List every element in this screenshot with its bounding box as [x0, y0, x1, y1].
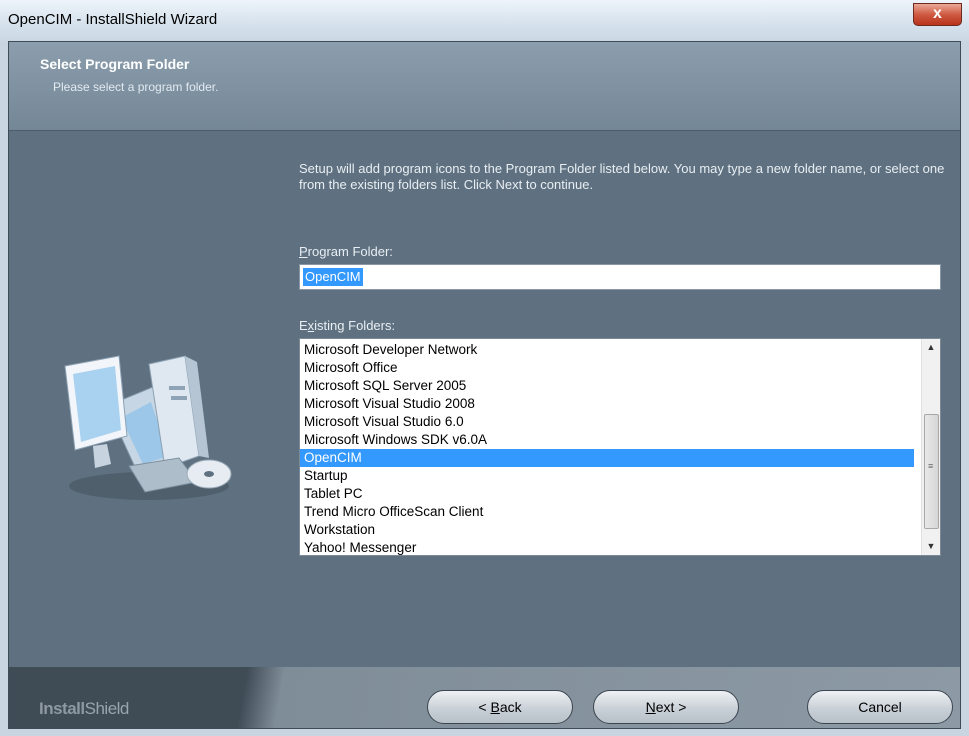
scroll-down-icon[interactable]: ▼ [922, 538, 940, 555]
installshield-logo: InstallShield [39, 699, 129, 719]
back-prefix: < [478, 699, 491, 715]
wizard-footer: InstallShield < Back Next > Cancel [9, 667, 960, 728]
program-folder-label: Program Folder: [299, 244, 393, 259]
label-text: rogram Folder: [307, 244, 393, 259]
list-item[interactable]: Microsoft Visual Studio 2008 [300, 395, 914, 413]
list-item[interactable]: Microsoft Developer Network [300, 341, 914, 359]
existing-folders-list[interactable]: Microsoft Developer Network Microsoft Off… [299, 338, 941, 556]
cancel-label: Cancel [858, 699, 902, 715]
instructions-text: Setup will add program icons to the Prog… [299, 161, 945, 192]
list-item[interactable]: OpenCIM [300, 449, 914, 467]
label-accelerator: P [299, 244, 308, 259]
back-button[interactable]: < Back [427, 690, 573, 724]
next-button[interactable]: Next > [593, 690, 739, 724]
back-label: ack [499, 699, 522, 715]
logo-text-bold: Install [39, 699, 85, 718]
list-item[interactable]: Startup [300, 467, 914, 485]
logo-text-light: Shield [84, 699, 130, 718]
list-item[interactable]: Microsoft Visual Studio 6.0 [300, 413, 914, 431]
cancel-button[interactable]: Cancel [807, 690, 953, 724]
existing-folders-label: Existing Folders: [299, 318, 395, 333]
folder-items: Microsoft Developer Network Microsoft Off… [300, 341, 914, 555]
wizard-header: Select Program Folder Please select a pr… [9, 42, 960, 131]
title-bar[interactable]: OpenCIM - InstallShield Wizard x [0, 0, 969, 41]
list-item[interactable]: Microsoft SQL Server 2005 [300, 377, 914, 395]
close-icon: x [933, 5, 942, 22]
wizard-body: Setup will add program icons to the Prog… [9, 131, 960, 667]
list-item[interactable]: Workstation [300, 521, 914, 539]
list-item[interactable]: Microsoft Windows SDK v6.0A [300, 431, 914, 449]
grip-icon: ≡ [928, 461, 934, 471]
scroll-thumb[interactable]: ≡ [924, 414, 939, 529]
program-folder-value: OpenCIM [303, 268, 363, 286]
scroll-up-icon[interactable]: ▲ [922, 339, 940, 356]
list-item[interactable]: Microsoft Office [300, 359, 914, 377]
installer-window: OpenCIM - InstallShield Wizard x Select … [0, 0, 969, 736]
page-subtitle: Please select a program folder. [53, 80, 219, 94]
label-text: isting Folders: [314, 318, 396, 333]
list-item[interactable]: Trend Micro OfficeScan Client [300, 503, 914, 521]
page-title: Select Program Folder [40, 56, 190, 72]
next-accelerator: N [645, 699, 656, 715]
list-item[interactable]: Tablet PC [300, 485, 914, 503]
computer-icon [64, 355, 232, 500]
program-folder-input[interactable]: OpenCIM [299, 264, 941, 290]
next-label: ext > [655, 699, 687, 715]
label-text-first: E [299, 318, 308, 333]
list-scrollbar[interactable]: ▲ ≡ ▼ [921, 339, 940, 555]
close-button[interactable]: x [913, 3, 962, 26]
list-item[interactable]: Yahoo! Messenger [300, 539, 914, 555]
wizard-content: Select Program Folder Please select a pr… [8, 41, 961, 729]
window-title: OpenCIM - InstallShield Wizard [8, 11, 218, 28]
back-accelerator: B [490, 699, 500, 715]
